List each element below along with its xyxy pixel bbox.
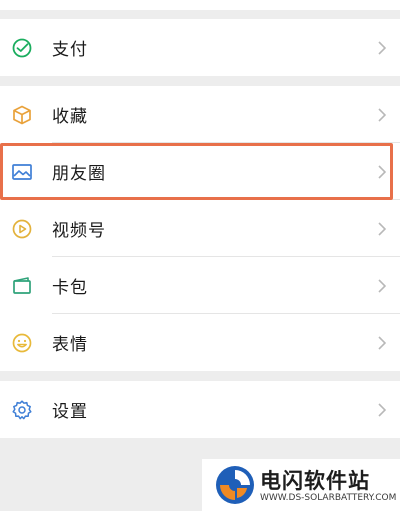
card-icon [11, 275, 33, 297]
chevron-right-icon [378, 278, 386, 293]
wechat-pay-icon [11, 37, 33, 59]
menu-item-stickers[interactable]: 表情 [0, 314, 400, 371]
chevron-right-icon [378, 335, 386, 350]
watermark-subtitle: WWW.DS-SOLARBATTERY.COM [260, 493, 397, 503]
moments-highlight-box [0, 143, 393, 200]
play-icon [11, 218, 33, 240]
menu-item-pay-label: 支付 [52, 40, 88, 60]
top-group-edge [0, 0, 400, 10]
menu-item-cards-label: 卡包 [52, 278, 88, 298]
menu-item-channels-label: 视频号 [52, 221, 106, 241]
chevron-right-icon [378, 107, 386, 122]
watermark-title: 电闪软件站 [260, 469, 370, 493]
smile-icon [11, 332, 33, 354]
menu-item-stickers-label: 表情 [52, 335, 88, 355]
settings-group: 设置 [0, 381, 400, 438]
menu-item-favorites-label: 收藏 [52, 107, 88, 127]
chevron-right-icon [378, 221, 386, 236]
main-group: 收藏 朋友圈 视频号 卡包 表情 [0, 86, 400, 371]
chevron-right-icon [378, 40, 386, 55]
gear-icon [11, 399, 33, 421]
menu-item-cards[interactable]: 卡包 [0, 257, 400, 314]
site-logo-icon [214, 464, 256, 506]
cube-icon [11, 104, 33, 126]
menu-item-pay[interactable]: 支付 [0, 19, 400, 76]
chevron-right-icon [378, 402, 386, 417]
menu-item-settings[interactable]: 设置 [0, 381, 400, 438]
pay-group: 支付 [0, 19, 400, 76]
site-watermark: 电闪软件站 WWW.DS-SOLARBATTERY.COM [202, 459, 400, 511]
menu-item-favorites[interactable]: 收藏 [0, 86, 400, 143]
menu-item-settings-label: 设置 [52, 402, 88, 422]
menu-item-channels[interactable]: 视频号 [0, 200, 400, 257]
